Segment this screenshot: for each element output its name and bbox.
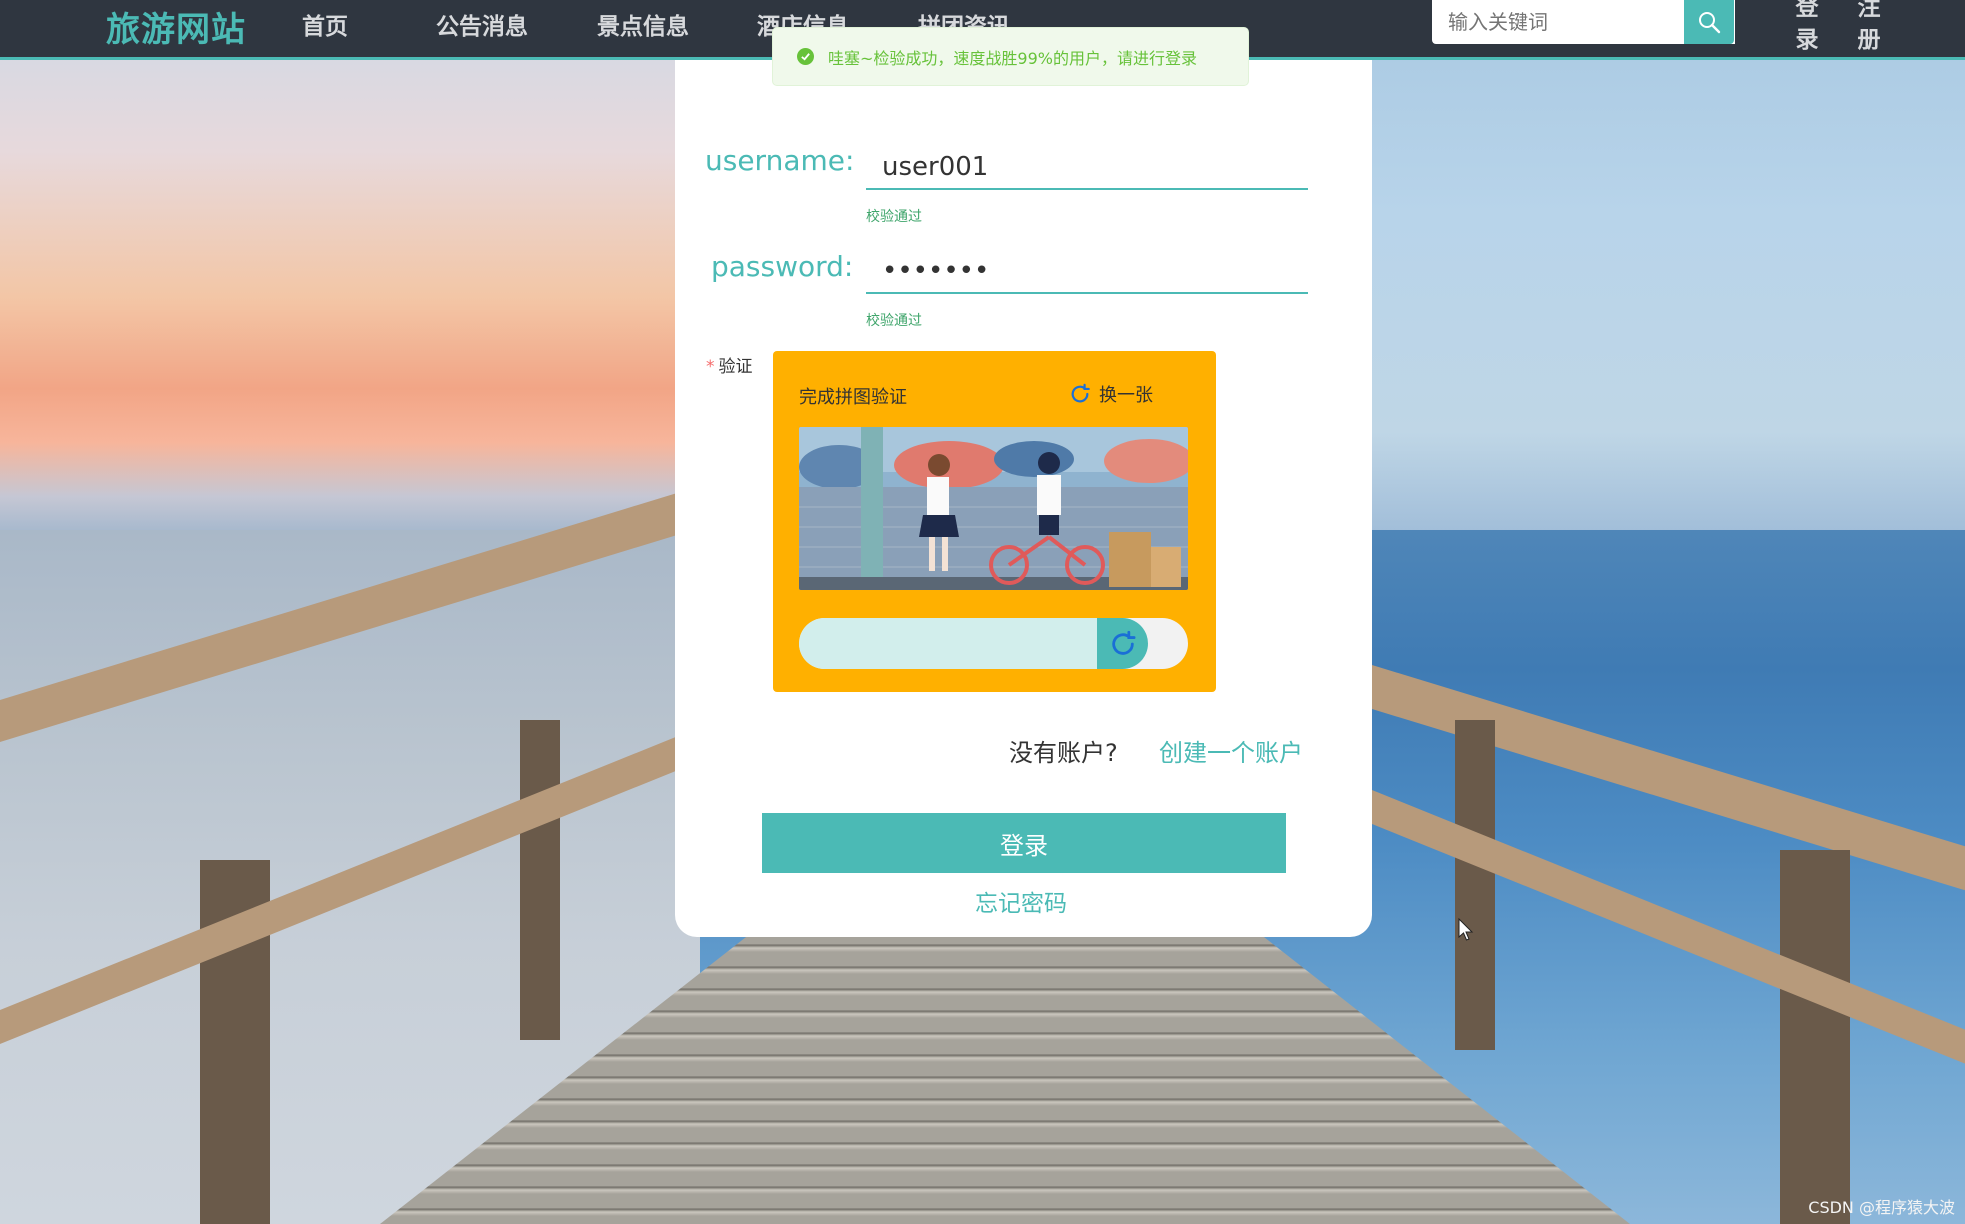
password-hint: 校验通过 xyxy=(866,313,922,329)
password-input[interactable] xyxy=(866,250,1308,294)
captcha-slider-fill xyxy=(799,618,1097,669)
login-button[interactable]: 登录 xyxy=(762,813,1286,873)
check-circle-icon xyxy=(797,48,814,65)
toast-message: 哇塞~检验成功，速度战胜99%的用户，请进行登录 xyxy=(828,48,1197,68)
search-button[interactable] xyxy=(1684,0,1734,44)
nav-home[interactable]: 首页 xyxy=(302,7,348,41)
watermark: CSDN @程序猿大波 xyxy=(1808,1198,1955,1217)
mouse-cursor-icon xyxy=(1458,918,1474,941)
rail-right-post-1 xyxy=(1455,720,1495,1050)
captcha-refresh-label: 换一张 xyxy=(1099,385,1153,406)
forgot-password-link[interactable]: 忘记密码 xyxy=(975,884,1067,918)
verify-label: * 验证 xyxy=(706,352,753,377)
register-link[interactable]: 注册 xyxy=(1855,0,1883,56)
required-asterisk: * xyxy=(706,357,715,377)
rail-left-post-2 xyxy=(520,720,560,1040)
username-label: username: xyxy=(705,144,855,177)
verify-label-text: 验证 xyxy=(718,357,753,377)
login-link[interactable]: 登录 xyxy=(1793,0,1821,56)
username-input[interactable] xyxy=(866,146,1308,190)
captcha-refresh-button[interactable]: 换一张 xyxy=(1069,381,1153,407)
no-account-text: 没有账户? xyxy=(1009,739,1118,767)
create-account-link[interactable]: 创建一个账户 xyxy=(1159,733,1303,768)
captcha-slider[interactable] xyxy=(799,618,1188,669)
search-icon xyxy=(1699,12,1721,34)
nav-announcements[interactable]: 公告消息 xyxy=(436,7,528,41)
success-toast: 哇塞~检验成功，速度战胜99%的用户，请进行登录 xyxy=(772,27,1249,86)
password-label: password: xyxy=(711,250,854,283)
nav-attractions[interactable]: 景点信息 xyxy=(597,7,689,41)
captcha-panel: 完成拼图验证 换一张 xyxy=(773,351,1216,692)
captcha-slider-handle[interactable] xyxy=(1097,618,1148,669)
captcha-puzzle-image xyxy=(799,427,1188,590)
captcha-title: 完成拼图验证 xyxy=(799,387,907,408)
refresh-icon xyxy=(1071,383,1090,403)
slider-refresh-icon xyxy=(1111,630,1135,655)
site-logo[interactable]: 旅游网站 xyxy=(106,2,246,51)
username-hint: 校验通过 xyxy=(866,209,922,225)
rail-right-post-2 xyxy=(1780,850,1850,1224)
